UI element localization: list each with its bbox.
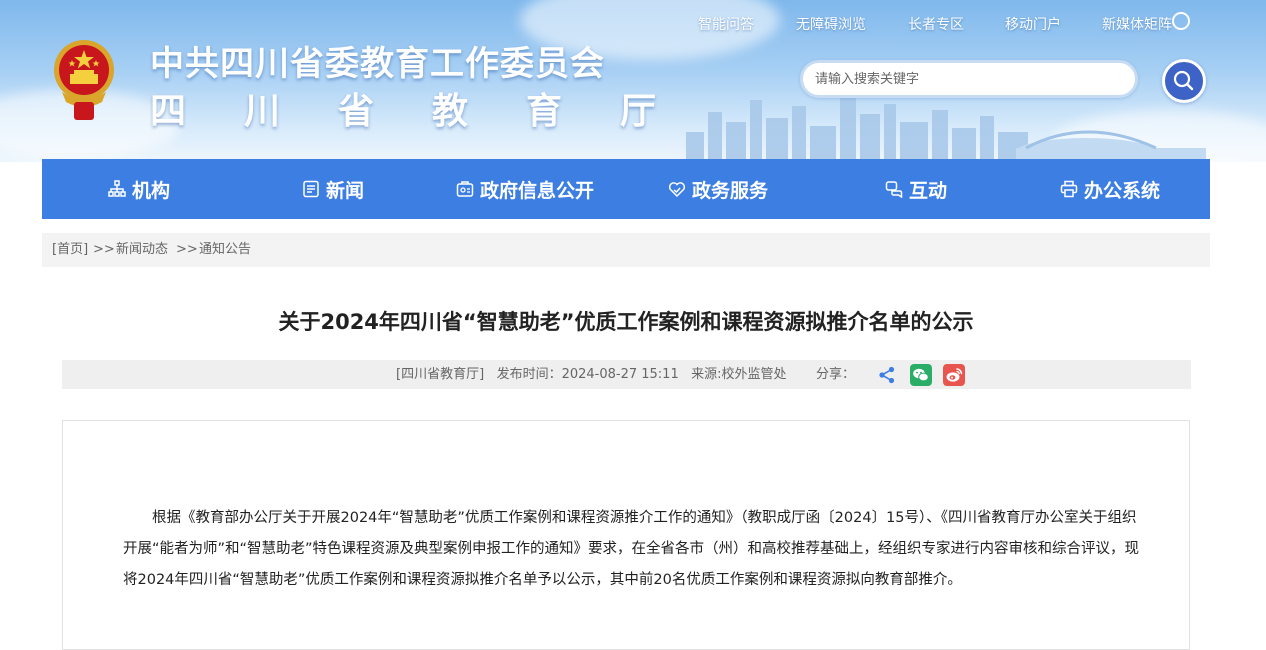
top-link-elderly-zone[interactable]: 长者专区 [908,14,964,34]
nav-item-gov-services[interactable]: 政务服务 [668,159,768,219]
new-media-icon[interactable] [1172,12,1190,30]
org-chart-icon [108,180,126,197]
nav-label: 政府信息公开 [480,179,595,202]
article-origin: 来源:校外监管处 [691,367,787,382]
nav-item-news[interactable]: 新闻 [302,159,364,219]
top-link-mobile-portal[interactable]: 移动门户 [1005,14,1061,34]
top-link-accessibility[interactable]: 无障碍浏览 [796,14,866,34]
city-skyline-illustration [686,96,1206,162]
article-publish-time: 发布时间：2024-08-27 15:11 [496,367,679,382]
share-label: 分享： [816,367,856,382]
national-emblem-logo [54,40,114,120]
service-heart-icon [668,182,686,198]
main-nav: 机构 新闻 政府信息公开 政务服务 互动 办公系统 [42,159,1210,219]
printer-icon [1060,180,1078,198]
search-icon [1173,70,1194,91]
article-title: 关于2024年四川省“智慧助老”优质工作案例和课程资源拟推介名单的公示 [278,310,974,334]
article: 关于2024年四川省“智慧助老”优质工作案例和课程资源拟推介名单的公示 [四川省… [42,268,1210,650]
nav-item-office-system[interactable]: 办公系统 [1060,159,1160,219]
nav-label: 机构 [132,179,171,202]
info-disclosure-icon [456,181,474,197]
news-icon [303,180,319,198]
site-header: 中共四川省委教育工作委员会 四川省教育厅 智能问答 无障碍浏览 长者专区 移动门… [0,0,1266,162]
top-link-smart-qa[interactable]: 智能问答 [698,14,754,34]
site-subtitle: 四川省教育厅 [150,91,715,132]
nav-label: 互动 [909,179,948,202]
nav-item-organization[interactable]: 机构 [108,159,170,219]
breadcrumb-separator: >> [93,242,115,257]
article-meta-bar: [四川省教育厅] 发布时间：2024-08-27 15:11 来源:校外监管处 … [62,360,1191,389]
wechat-share-icon[interactable] [910,364,932,386]
search-input[interactable] [813,63,1117,95]
site-title: 中共四川省委教育工作委员会 [150,44,605,84]
share-icon[interactable] [876,364,898,386]
nav-label: 办公系统 [1084,179,1161,202]
nav-label: 新闻 [326,179,365,202]
breadcrumb-home-link[interactable]: [首页] [52,233,88,267]
article-source-tag: [四川省教育厅] [396,367,485,382]
article-content-box: 根据《教育部办公厅关于开展2024年“智慧助老”优质工作案例和课程资源推介工作的… [62,420,1190,650]
article-meta: [四川省教育厅] 发布时间：2024-08-27 15:11 来源:校外监管处 [396,360,787,389]
breadcrumb-news-link[interactable]: 新闻动态 [116,233,168,267]
breadcrumb: [首页] >> 新闻动态 >> 通知公告 [42,233,1210,267]
breadcrumb-separator: >> [176,242,198,257]
nav-item-info-disclosure[interactable]: 政府信息公开 [456,159,594,219]
nav-item-interaction[interactable]: 互动 [885,159,947,219]
top-link-new-media-matrix[interactable]: 新媒体矩阵 [1102,14,1172,34]
search-box [800,60,1138,98]
chat-icon [885,181,903,198]
weibo-share-icon[interactable] [943,364,965,386]
breadcrumb-notice-link[interactable]: 通知公告 [199,233,251,267]
nav-label: 政务服务 [692,179,769,202]
search-button[interactable] [1162,59,1206,103]
article-body: 根据《教育部办公厅关于开展2024年“智慧助老”优质工作案例和课程资源推介工作的… [123,510,1140,588]
